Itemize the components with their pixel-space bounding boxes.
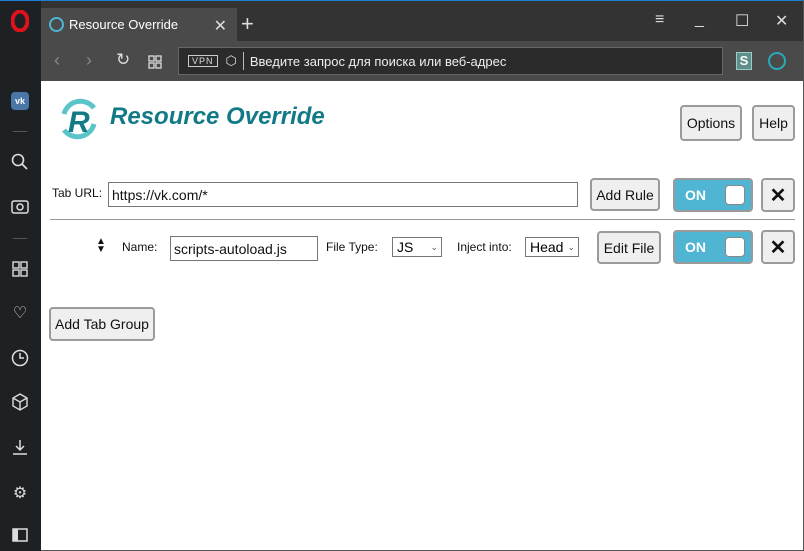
tab-title: Resource Override — [69, 17, 179, 32]
file-type-label: File Type: — [326, 240, 378, 254]
toggle-label: ON — [685, 187, 706, 203]
rule-name-input[interactable]: scripts-autoload.js — [170, 236, 318, 261]
maximize-icon[interactable]: ☐ — [735, 11, 749, 31]
sidebar-divider — [13, 238, 27, 239]
sidebar-toggle-icon[interactable] — [8, 523, 32, 547]
address-placeholder: Введите запрос для поиска или веб-адрес — [249, 53, 507, 69]
chevron-down-icon: ⌄ — [430, 241, 438, 252]
tab-menu-icon[interactable]: ≡ — [655, 11, 664, 29]
close-tab-icon[interactable]: ✕ — [214, 16, 227, 36]
options-button[interactable]: Options — [680, 105, 742, 141]
toggle-knob — [725, 237, 745, 257]
toggle-label: ON — [685, 239, 706, 255]
opera-logo-icon[interactable] — [8, 9, 32, 33]
reorder-handle-icon[interactable]: ▲ ▼ — [96, 237, 106, 255]
add-rule-button[interactable]: Add Rule — [590, 178, 660, 211]
back-icon[interactable]: ‹ — [54, 50, 60, 71]
tabs-grid-icon[interactable] — [148, 53, 162, 74]
opera-sidebar: vk ♡ ⚙ — [0, 1, 41, 551]
inject-into-value: Head — [530, 239, 564, 255]
s-extension-icon[interactable]: S — [736, 52, 752, 70]
tab-url-label: Tab URL: — [52, 186, 103, 200]
address-bar[interactable]: VPN ⬡ Введите запрос для поиска или веб-… — [178, 47, 723, 75]
resource-override-logo-icon: R — [61, 98, 97, 140]
search-icon[interactable] — [8, 150, 32, 174]
tab-url-input[interactable]: https://vk.com/* — [108, 182, 578, 207]
cube-icon[interactable]: ⬡ — [226, 53, 237, 69]
vk-icon[interactable]: vk — [8, 89, 32, 113]
delete-rule-button[interactable]: ✕ — [761, 230, 795, 264]
toggle-knob — [725, 185, 745, 205]
speed-dial-icon[interactable] — [8, 257, 32, 281]
tab-group-toggle[interactable]: ON — [673, 178, 753, 212]
gear-icon[interactable]: ⚙ — [8, 481, 32, 505]
tab-bar: Resource Override ✕ + ≡ _ ☐ ✕ — [41, 1, 803, 41]
toolbar: ‹ › ↻ VPN ⬡ Введите запрос для поиска ил… — [41, 41, 803, 81]
download-icon[interactable] — [8, 435, 32, 459]
reload-icon[interactable]: ↻ — [116, 50, 130, 70]
tab-resource-override[interactable]: Resource Override ✕ — [41, 8, 237, 41]
add-tab-group-button[interactable]: Add Tab Group — [49, 307, 155, 341]
cube-icon[interactable] — [8, 390, 32, 414]
edit-file-button[interactable]: Edit File — [597, 231, 661, 264]
extension-page: R Resource Override Options Help Tab URL… — [41, 81, 803, 550]
new-tab-button[interactable]: + — [241, 13, 254, 35]
clock-icon[interactable] — [8, 346, 32, 370]
forward-icon[interactable]: › — [86, 50, 92, 71]
divider — [50, 219, 795, 220]
heart-icon[interactable]: ♡ — [8, 301, 32, 325]
camera-icon[interactable] — [8, 194, 32, 218]
chevron-down-icon: ⌄ — [567, 241, 575, 252]
minimize-icon[interactable]: _ — [695, 11, 704, 29]
delete-tab-group-button[interactable]: ✕ — [761, 178, 795, 212]
resource-override-extension-icon[interactable] — [768, 52, 786, 70]
window-close-icon[interactable]: ✕ — [775, 11, 788, 31]
page-title: Resource Override — [110, 103, 325, 130]
help-button[interactable]: Help — [752, 105, 795, 141]
inject-into-select[interactable]: Head ⌄ — [525, 237, 579, 257]
rule-toggle[interactable]: ON — [673, 230, 753, 264]
name-label: Name: — [122, 240, 158, 254]
resource-override-favicon-icon — [49, 17, 64, 32]
file-type-value: JS — [397, 239, 414, 255]
file-type-select[interactable]: JS ⌄ — [392, 237, 442, 257]
inject-into-label: Inject into: — [457, 240, 512, 254]
address-divider — [242, 52, 244, 70]
svg-text:R: R — [68, 106, 90, 139]
vpn-badge[interactable]: VPN — [188, 55, 218, 67]
sidebar-divider — [13, 131, 27, 132]
